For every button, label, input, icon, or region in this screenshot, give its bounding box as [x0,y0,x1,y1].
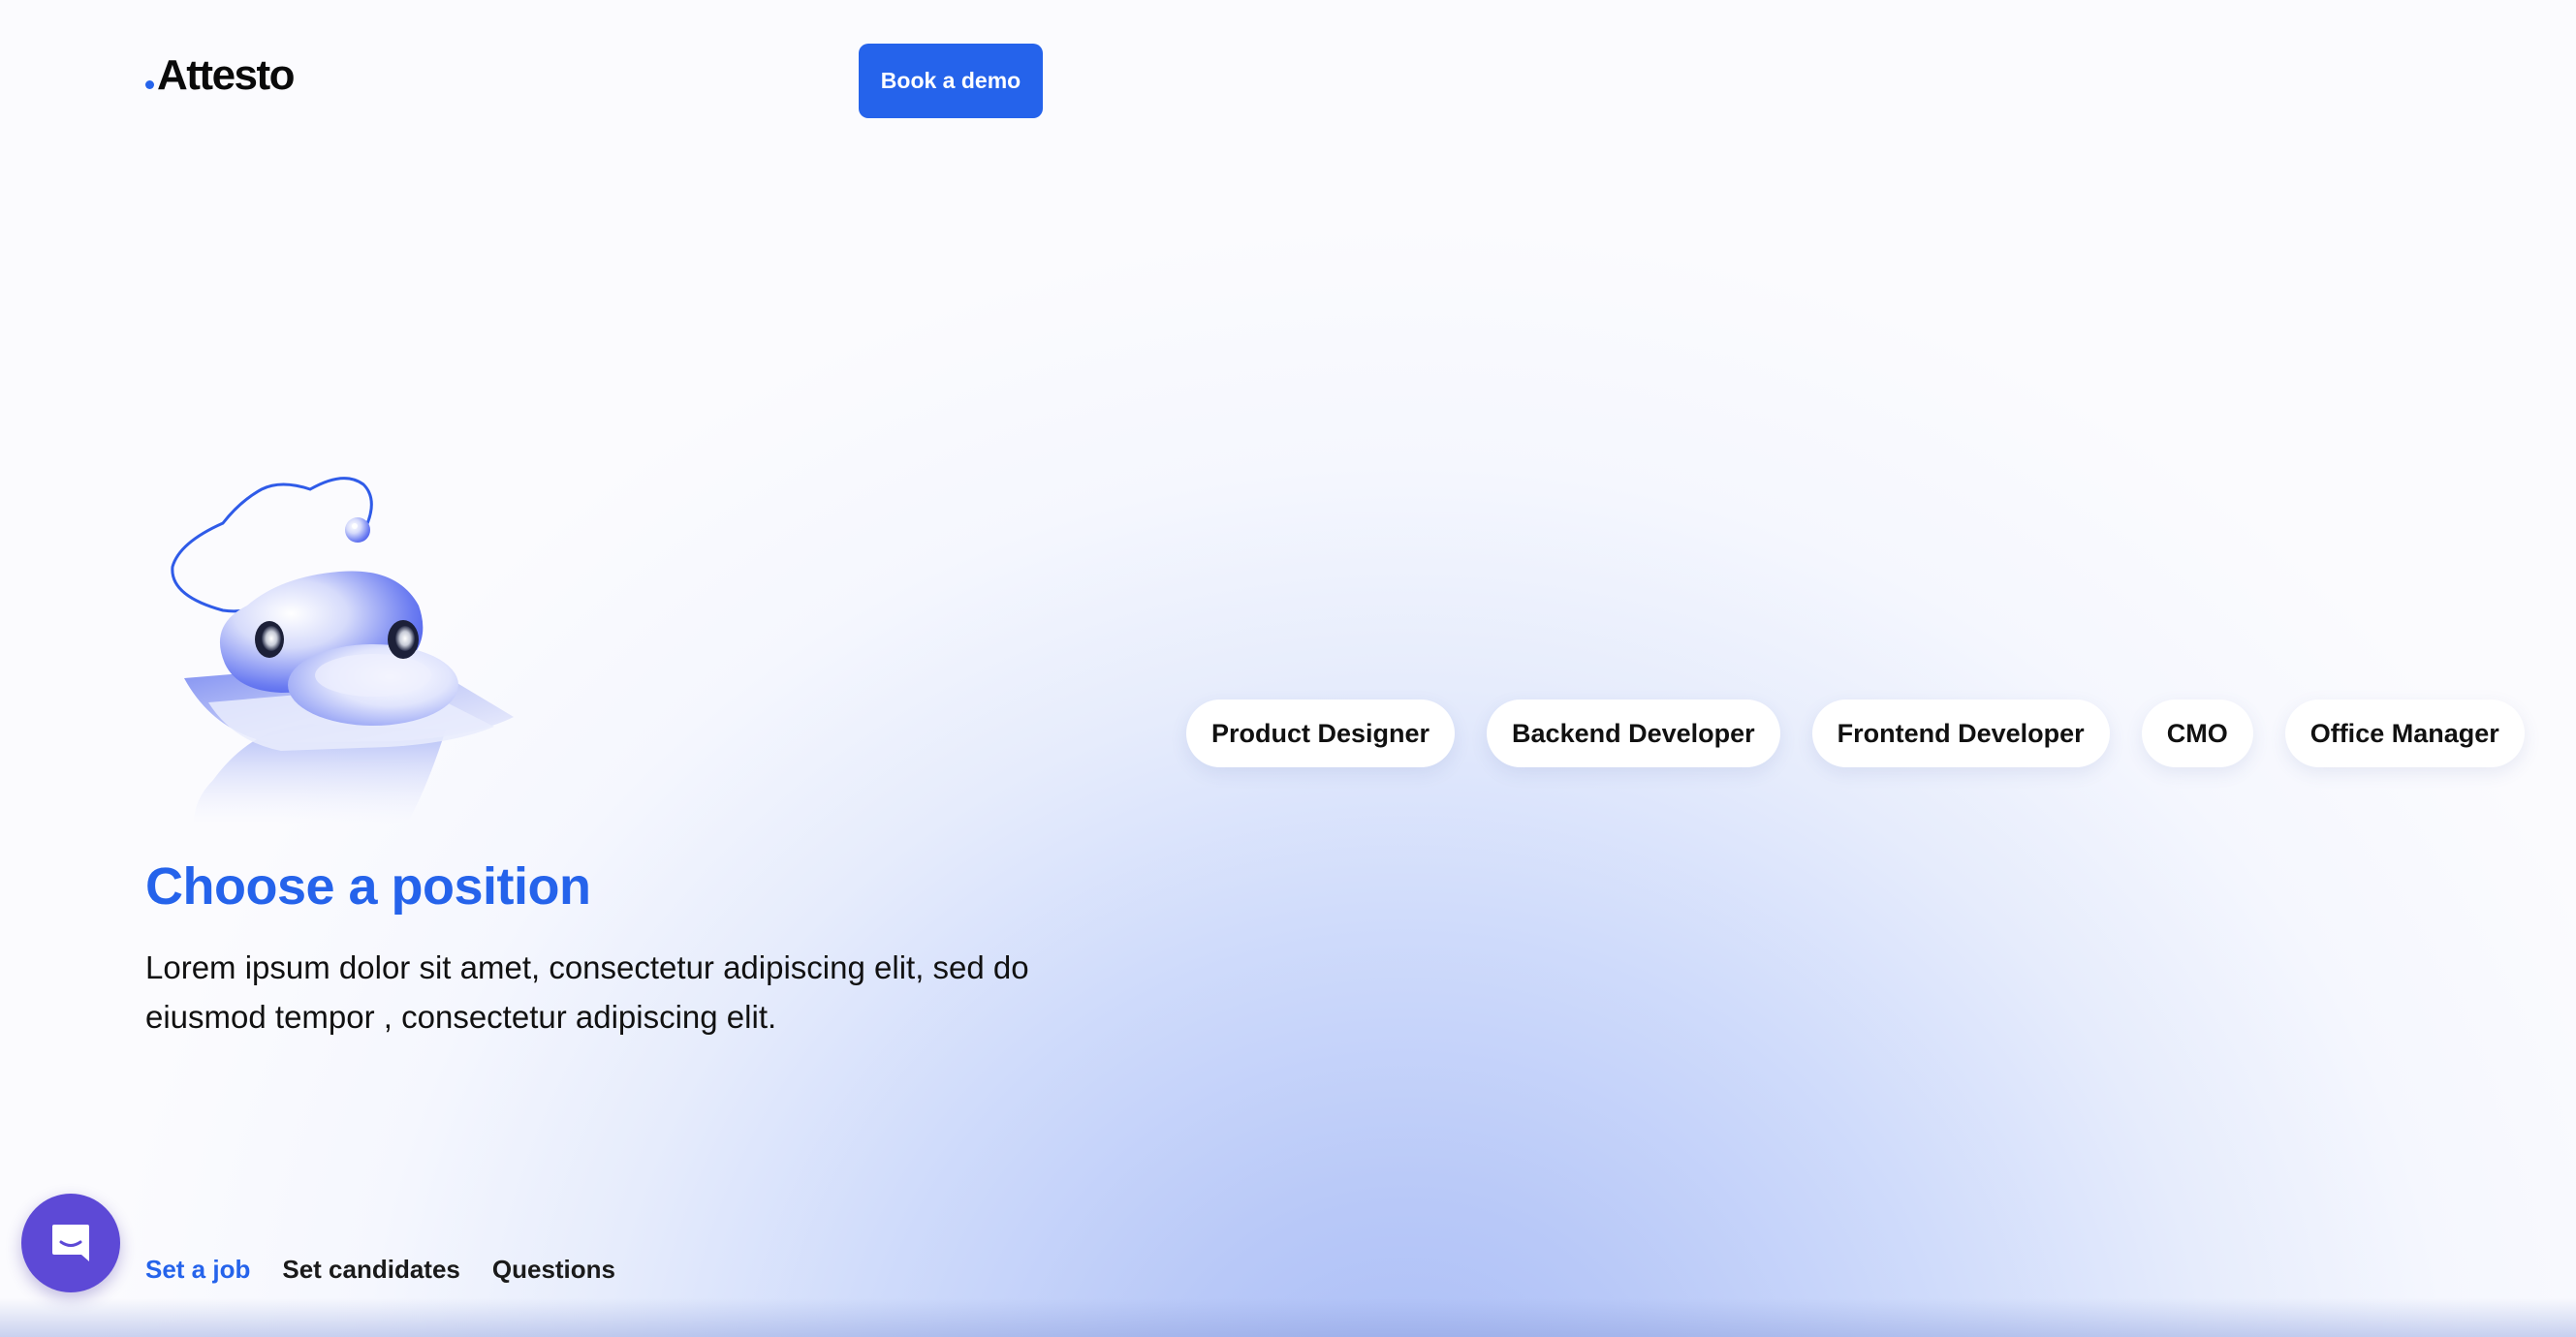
book-demo-button[interactable]: Book a demo [859,44,1043,118]
step-set-a-job[interactable]: Set a job [145,1255,250,1285]
position-chip-list: Product Designer Backend Developer Front… [1186,700,2525,767]
step-questions[interactable]: Questions [492,1255,615,1285]
logo[interactable]: Attesto [145,51,296,99]
logo-text: Attesto [157,51,296,99]
step-set-candidates[interactable]: Set candidates [282,1255,460,1285]
position-chip-product-designer[interactable]: Product Designer [1186,700,1456,767]
chat-launcher-button[interactable] [21,1194,120,1292]
robot-illustration [171,477,514,824]
page-title: Choose a position [145,857,591,916]
bottom-shade [0,1298,2576,1337]
chat-bubble-icon [52,1225,89,1261]
position-chip-frontend-developer[interactable]: Frontend Developer [1811,700,2110,767]
position-chip-office-manager[interactable]: Office Manager [2284,700,2525,767]
page-description: Lorem ipsum dolor sit amet, consectetur … [145,949,1029,1035]
logo-dot-icon [145,80,154,89]
position-chip-cmo[interactable]: CMO [2141,700,2253,767]
step-navigation: Set a job Set candidates Questions [145,1255,615,1285]
position-chip-backend-developer[interactable]: Backend Developer [1487,700,1780,767]
